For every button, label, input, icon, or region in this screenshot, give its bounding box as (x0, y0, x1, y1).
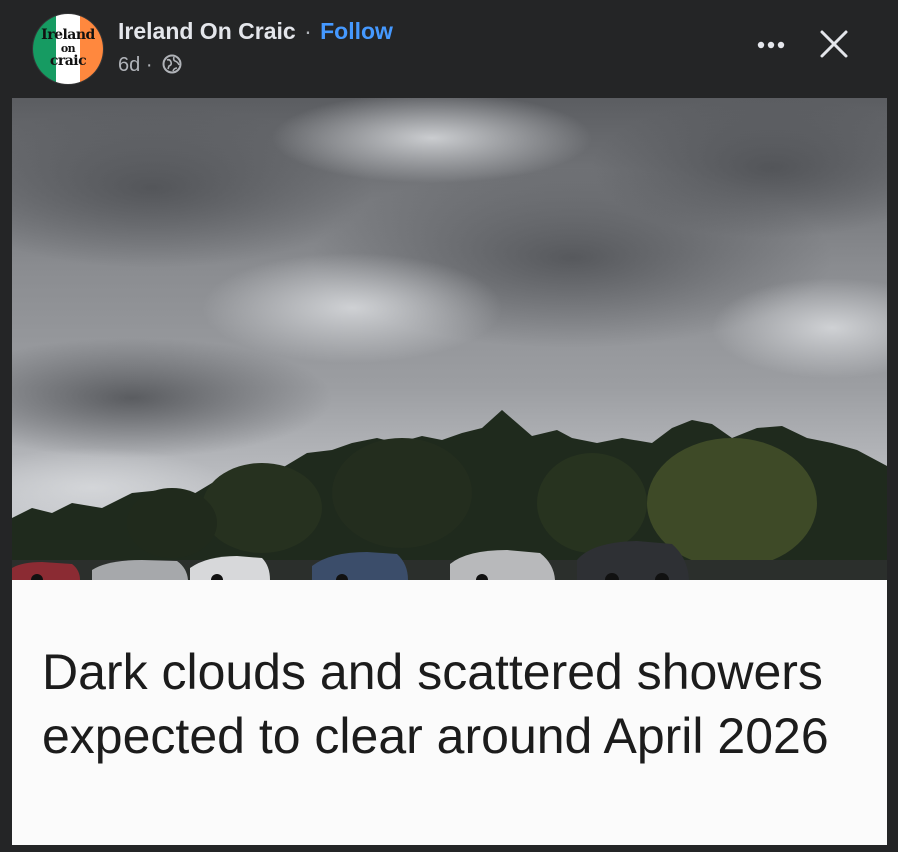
close-button[interactable] (812, 24, 856, 68)
image-caption-text: Dark clouds and scattered showers expect… (42, 644, 829, 764)
name-row: Ireland On Craic · Follow (118, 16, 393, 46)
post-meta: 6d · (118, 52, 182, 78)
post-header: Ireland on craic Ireland On Craic · Foll… (0, 0, 898, 98)
post-timestamp[interactable]: 6d (118, 54, 140, 76)
page-avatar[interactable]: Ireland on craic (33, 14, 103, 84)
meta-separator: · (145, 54, 153, 76)
name-separator: · (304, 18, 312, 44)
avatar-logo-line1: Ireland (41, 27, 95, 43)
post-card: Ireland on craic Ireland On Craic · Foll… (0, 0, 898, 852)
follow-button[interactable]: Follow (320, 18, 393, 44)
cloudy-sky-photo (12, 98, 887, 580)
page-name-link[interactable]: Ireland On Craic (118, 18, 296, 44)
card-bottom-edge (0, 845, 898, 852)
more-options-button[interactable] (750, 28, 792, 64)
avatar-logo: Ireland on craic (33, 14, 103, 84)
avatar-logo-line3: craic (49, 53, 87, 69)
close-icon (819, 29, 849, 64)
post-photo[interactable] (12, 98, 887, 580)
more-horizontal-icon (755, 37, 787, 55)
image-caption-area: Dark clouds and scattered showers expect… (12, 580, 887, 852)
globe-icon (162, 54, 182, 81)
